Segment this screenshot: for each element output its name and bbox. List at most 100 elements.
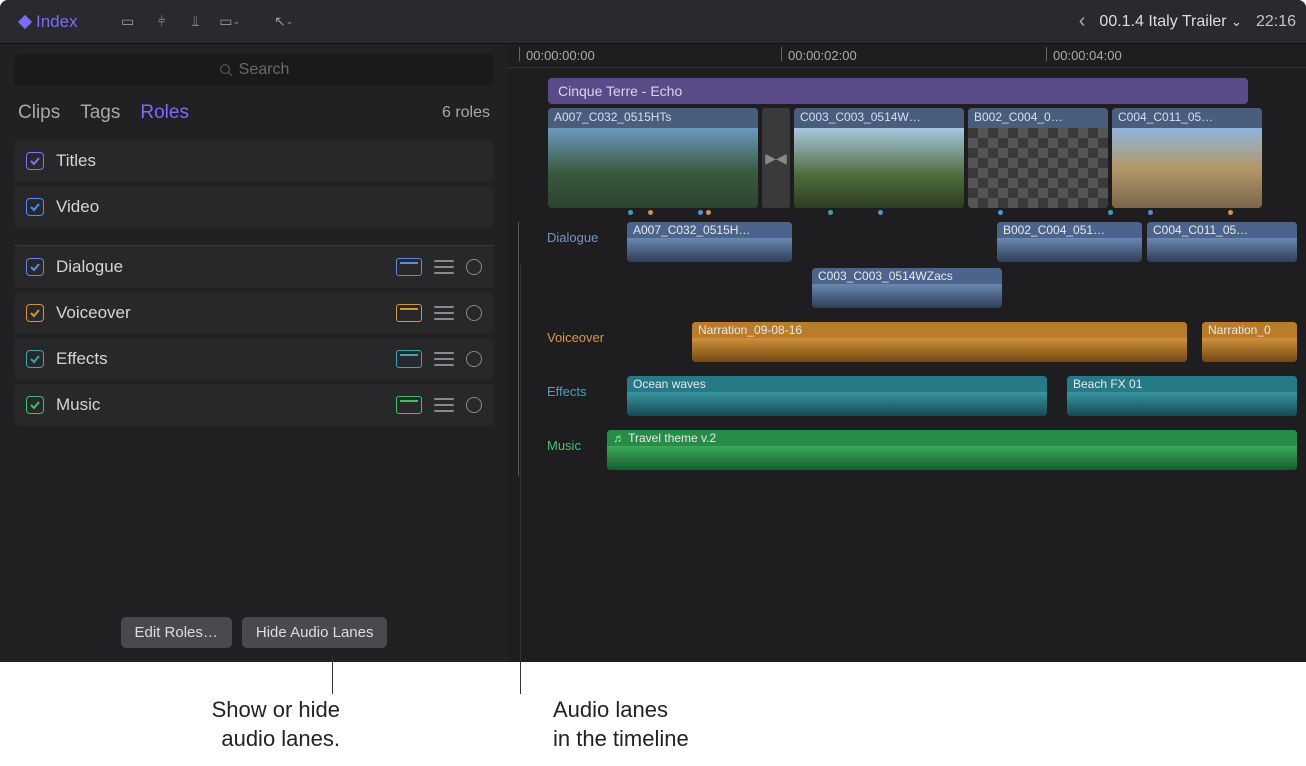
role-row-dialogue[interactable]: Dialogue (14, 246, 494, 288)
tab-tags[interactable]: Tags (80, 102, 120, 124)
role-label: Voiceover (56, 303, 131, 323)
checkbox-icon[interactable] (26, 198, 44, 216)
header-timecode: 22:16 (1256, 13, 1296, 31)
solo-circle-icon[interactable] (466, 259, 482, 275)
checkbox-icon[interactable] (26, 396, 44, 414)
project-title[interactable]: 00.1.4 Italy Trailer ⌄ (1099, 13, 1242, 31)
checkbox-icon[interactable] (26, 152, 44, 170)
audio-lane-dialogue: Dialogue A007_C032_0515H… B002_C004_051… C0… (547, 222, 1306, 314)
role-label: Video (56, 197, 99, 217)
audio-clip[interactable]: Narration_09-08-16 (692, 322, 1187, 362)
clip-label: Narration_0 (1202, 322, 1297, 338)
waveform (1202, 338, 1297, 362)
clip-label: C003_C003_0514WZacs (812, 268, 1002, 284)
search-input[interactable]: Search (14, 54, 494, 86)
clip-label: C004_C011_05… (1147, 222, 1297, 238)
audio-clip[interactable]: B002_C004_051… (997, 222, 1142, 262)
role-row-video[interactable]: Video (14, 186, 494, 228)
waveform (812, 284, 1002, 308)
clip-label: Beach FX 01 (1067, 376, 1297, 392)
list-lines-icon[interactable] (434, 306, 454, 320)
video-clip[interactable]: A007_C032_0515HTs (548, 108, 758, 208)
list-lines-icon[interactable] (434, 260, 454, 274)
index-label: Index (36, 12, 78, 32)
callout-left: Show or hideaudio lanes. (160, 696, 340, 753)
primary-storyline[interactable]: A007_C032_0515HTs▶◀C003_C003_0514W…B002_… (548, 108, 1306, 208)
role-label: Music (56, 395, 100, 415)
waveform (1067, 392, 1297, 416)
show-lane-icon[interactable] (396, 304, 422, 322)
pointer-tool-icon[interactable]: ↖⌄ (270, 10, 298, 34)
role-row-music[interactable]: Music (14, 384, 494, 426)
callout-right: Audio lanesin the timeline (553, 696, 773, 753)
solo-circle-icon[interactable] (466, 351, 482, 367)
show-lane-icon[interactable] (396, 350, 422, 368)
lane-label: Effects (547, 384, 587, 399)
solo-circle-icon[interactable] (466, 305, 482, 321)
show-lane-icon[interactable] (396, 258, 422, 276)
index-button[interactable]: Index (10, 8, 88, 36)
ruler-tick: 00:00:04:00 (1053, 48, 1122, 63)
checkbox-icon[interactable] (26, 258, 44, 276)
timeline-ruler[interactable]: 00:00:00:00 00:00:02:00 00:00:04:00 (508, 44, 1306, 68)
audio-clip[interactable]: Ocean waves (627, 376, 1047, 416)
music-note-icon: ♬ (613, 431, 628, 445)
roles-count: 6 roles (442, 104, 490, 122)
search-placeholder: Search (239, 61, 290, 79)
clip-thumbnail (1112, 128, 1262, 208)
waveform (692, 338, 1187, 362)
lane-label: Music (547, 438, 581, 453)
ruler-tick: 00:00:02:00 (788, 48, 857, 63)
video-clip[interactable]: B002_C004_0… (968, 108, 1108, 208)
waveform (607, 446, 1297, 470)
lane-label: Voiceover (547, 330, 604, 345)
audio-clip[interactable]: C003_C003_0514WZacs (812, 268, 1002, 308)
role-label: Dialogue (56, 257, 123, 277)
video-clip[interactable]: C004_C011_05… (1112, 108, 1262, 208)
hide-audio-lanes-button[interactable]: Hide Audio Lanes (242, 617, 388, 648)
transition-icon[interactable]: ▶◀ (762, 108, 790, 208)
role-row-effects[interactable]: Effects (14, 338, 494, 380)
role-row-titles[interactable]: Titles (14, 140, 494, 182)
clip-label: ♬ Travel theme v.2 (607, 430, 1297, 446)
storyline-title-clip[interactable]: Cinque Terre - Echo (548, 78, 1248, 104)
audio-lane-effects: Effects Ocean waves Beach FX 01 (547, 376, 1306, 422)
video-clip[interactable]: C003_C003_0514W… (794, 108, 964, 208)
role-row-voiceover[interactable]: Voiceover (14, 292, 494, 334)
audio-clip[interactable]: Narration_0 (1202, 322, 1297, 362)
search-icon (219, 63, 233, 77)
audio-clip[interactable]: A007_C032_0515H… (627, 222, 792, 262)
ruler-tick: 00:00:00:00 (526, 48, 595, 63)
list-lines-icon[interactable] (434, 352, 454, 366)
layout-icon-1[interactable]: ▭ (114, 10, 142, 34)
clip-label: C004_C011_05… (1112, 108, 1262, 128)
waveform (997, 238, 1142, 262)
layout-icon-4[interactable]: ▭⌄ (216, 10, 244, 34)
role-label: Effects (56, 349, 108, 369)
clip-thumbnail (794, 128, 964, 208)
checkbox-icon[interactable] (26, 350, 44, 368)
list-lines-icon[interactable] (434, 398, 454, 412)
solo-circle-icon[interactable] (466, 397, 482, 413)
nav-back-icon[interactable]: ‹ (1079, 10, 1086, 33)
clip-label: C003_C003_0514W… (794, 108, 964, 128)
tab-roles[interactable]: Roles (140, 102, 189, 124)
audio-clip[interactable]: Beach FX 01 (1067, 376, 1297, 416)
clip-label: A007_C032_0515H… (627, 222, 792, 238)
layout-icon-3[interactable]: ⫫ (182, 10, 210, 34)
clip-label: Narration_09-08-16 (692, 322, 1187, 338)
tab-clips[interactable]: Clips (18, 102, 60, 124)
audio-lane-voiceover: Voiceover Narration_09-08-16 Narration_0 (547, 322, 1306, 368)
audio-clip[interactable]: C004_C011_05… (1147, 222, 1297, 262)
audio-clip[interactable]: ♬ Travel theme v.2 (607, 430, 1297, 470)
clip-thumbnail (548, 128, 758, 208)
waveform (627, 238, 792, 262)
role-label: Titles (56, 151, 96, 171)
edit-roles-button[interactable]: Edit Roles… (121, 617, 232, 648)
waveform (627, 392, 1047, 416)
lane-label: Dialogue (547, 230, 598, 245)
layout-icon-2[interactable]: ⫩ (148, 10, 176, 34)
checkbox-icon[interactable] (26, 304, 44, 322)
diamond-icon (18, 14, 32, 28)
show-lane-icon[interactable] (396, 396, 422, 414)
